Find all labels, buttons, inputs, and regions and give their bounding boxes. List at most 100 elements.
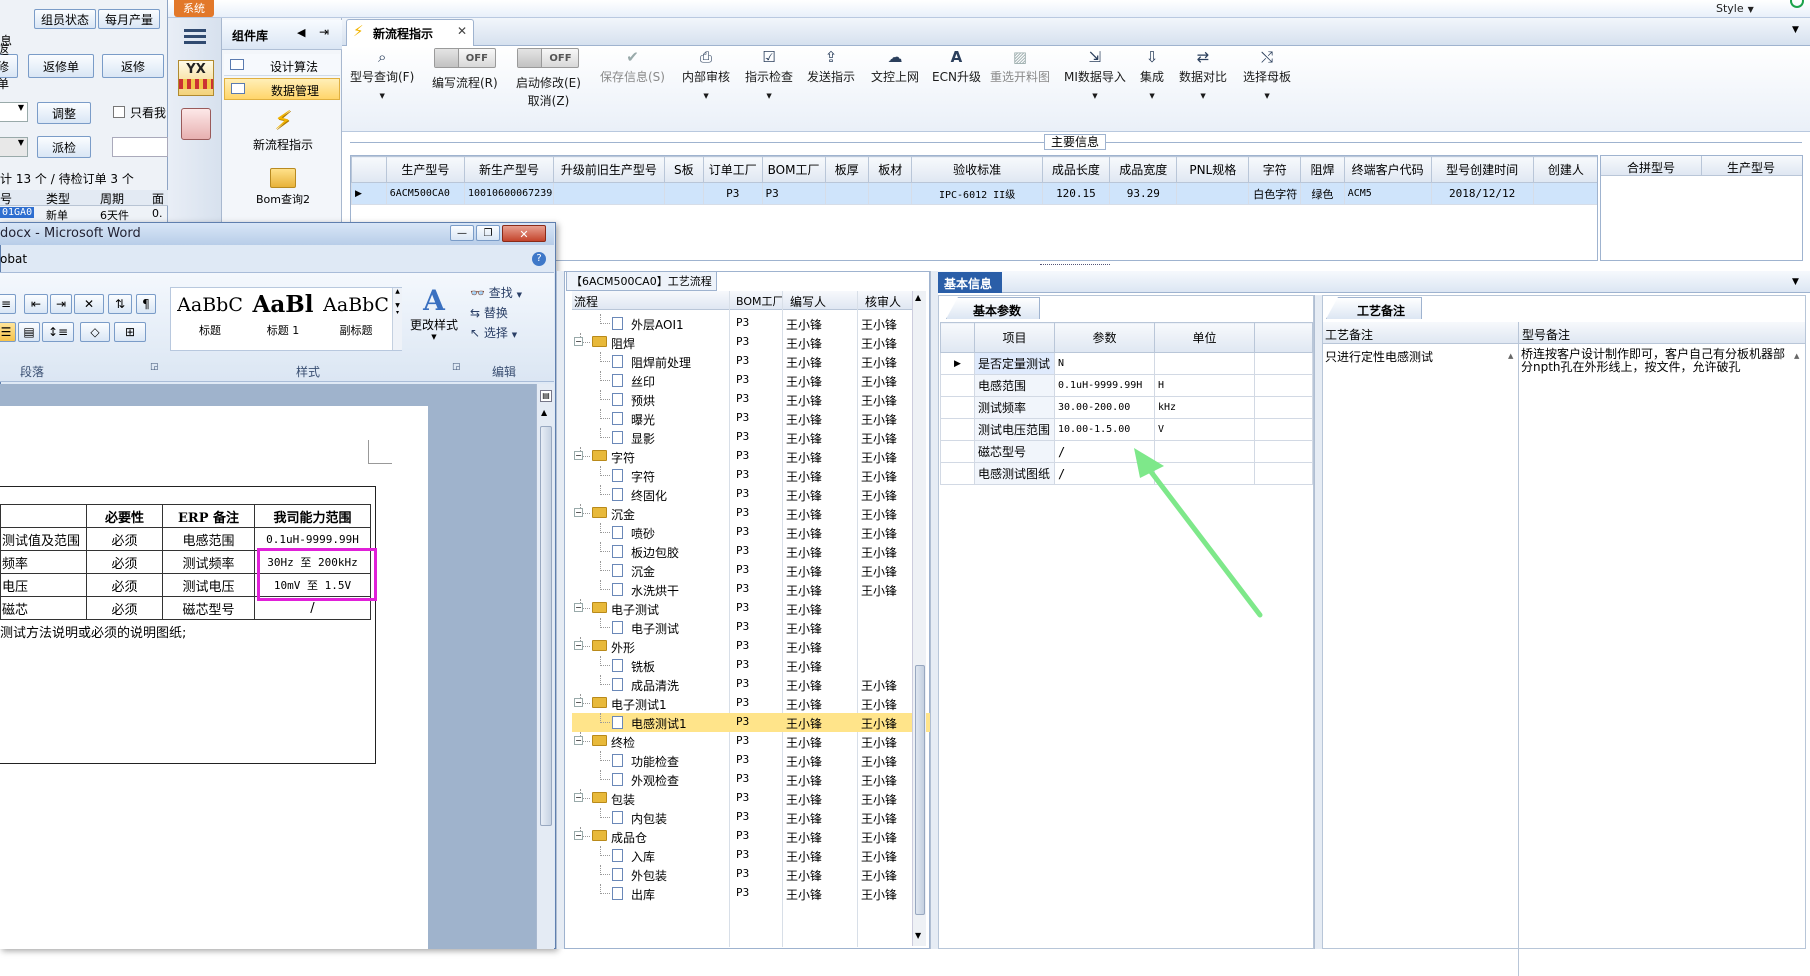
cell[interactable]: ACM5 — [1343, 182, 1432, 205]
expand-collapse-icon[interactable]: − — [574, 641, 583, 650]
process-tree-row[interactable]: 电子测试 P3 王小锋 — [572, 618, 932, 637]
justify-icon[interactable]: ☰ — [0, 322, 16, 342]
tab-process-notes[interactable]: 工艺备注 — [1326, 297, 1422, 319]
col-header[interactable]: 创建人 — [1532, 156, 1597, 183]
rework-order-button-2[interactable]: 返修单 — [28, 54, 94, 78]
word-cell[interactable]: 测试电压 — [162, 573, 255, 597]
col-header[interactable]: 成品宽度 — [1109, 156, 1178, 183]
process-tree-row[interactable]: 板边包胶 P3 王小锋 王小锋 — [572, 542, 932, 561]
process-tree-row[interactable]: − 沉金 P3 王小锋 王小锋 — [572, 504, 932, 523]
word-header-cell[interactable]: 我司能力范围 — [254, 504, 371, 528]
nav-item-design-algorithm[interactable]: 设计算法 — [224, 54, 340, 76]
word-cell[interactable]: 必须 — [86, 573, 163, 597]
chinese-layout-icon[interactable]: ✕ — [74, 294, 104, 314]
scroll-up-icon[interactable]: ▲ — [1508, 352, 1513, 360]
launcher-bom-query[interactable]: Bom查询2 — [238, 164, 328, 216]
word-cell[interactable]: 测试值及范围 — [0, 527, 87, 551]
integrate-button[interactable]: ⇩ 集成 ▼ — [1140, 48, 1164, 116]
launcher-new-process[interactable]: ⚡ 新流程指示 — [238, 106, 328, 158]
cell[interactable]: 93.29 — [1109, 182, 1178, 205]
word-cell[interactable]: 必须 — [86, 550, 163, 574]
scroll-thumb[interactable] — [540, 426, 552, 826]
table-row[interactable]: 测试电压范围 10.00-1.5.00 V — [940, 418, 1313, 441]
process-tree-row[interactable]: 外层AOI1 P3 王小锋 王小锋 — [572, 314, 932, 333]
tab-member-status[interactable]: 组员状态 — [34, 9, 96, 29]
expand-collapse-icon[interactable]: − — [574, 698, 583, 707]
nav-item-data-management[interactable]: 数据管理 — [224, 78, 340, 100]
close-icon[interactable]: ✕ — [502, 225, 546, 242]
cell[interactable] — [663, 182, 704, 205]
style-menu[interactable]: Style ▼ — [1716, 2, 1754, 15]
col-header[interactable]: 工艺备注 — [1325, 326, 1373, 343]
dispatch-inspection-button[interactable]: 派检 — [37, 136, 91, 158]
col-header[interactable]: 订单工厂 — [702, 156, 763, 183]
process-tree-row[interactable]: 预烘 P3 王小锋 王小锋 — [572, 390, 932, 409]
adjust-button[interactable]: 调整 — [37, 102, 91, 124]
param-item[interactable]: 磁芯型号 — [974, 440, 1055, 463]
select-mother-board-button[interactable]: ⤭ 选择母板 ▼ — [1243, 48, 1291, 116]
cell[interactable]: P3 — [761, 182, 826, 205]
word-cell[interactable]: 电感范围 — [162, 527, 255, 551]
process-tree-row[interactable]: − 成品仓 P3 王小锋 王小锋 — [572, 827, 932, 846]
expand-collapse-icon[interactable]: − — [574, 831, 583, 840]
col-header[interactable]: S板 — [663, 156, 704, 183]
rework-button[interactable]: 返修 — [102, 54, 164, 78]
process-tree-row[interactable]: − 字符 P3 王小锋 王小锋 — [572, 447, 932, 466]
col-header[interactable]: 合拼型号 — [1627, 159, 1675, 176]
cell[interactable]: 6ACM500CA0 — [385, 182, 465, 205]
cell[interactable]: 白色字符 — [1248, 182, 1302, 205]
col-header[interactable]: PNL规格 — [1176, 156, 1250, 183]
maximize-icon[interactable]: ❐ — [476, 225, 500, 241]
col-header[interactable]: 成品长度 — [1041, 156, 1111, 183]
col-header[interactable]: 新生产型号 — [463, 156, 555, 183]
process-note-text[interactable]: 只进行定性电感测试 — [1325, 348, 1505, 365]
shading-icon[interactable]: ◇ — [80, 322, 110, 342]
model-query-button[interactable]: ⌕ 型号查询(F) ▼ — [350, 48, 414, 116]
data-compare-button[interactable]: ⇄ 数据对比 ▼ — [1179, 48, 1227, 116]
cell[interactable] — [553, 182, 665, 205]
calculator-icon[interactable] — [181, 108, 211, 140]
process-tree-row[interactable]: 喷砂 P3 王小锋 王小锋 — [572, 523, 932, 542]
pin-icon[interactable]: ⇥ — [319, 25, 329, 39]
collapse-left-icon[interactable]: ◀ — [297, 26, 305, 39]
process-tree-row[interactable]: 内包装 P3 王小锋 王小锋 — [572, 808, 932, 827]
panel-menu-chevron-icon[interactable]: ▼ — [1792, 277, 1799, 287]
write-process-toggle[interactable]: OFF 编写流程(R) — [432, 48, 498, 116]
col-header[interactable]: 阻焊 — [1300, 156, 1345, 183]
cell[interactable]: 绿色 — [1300, 182, 1345, 205]
tab-basic-params[interactable]: 基本参数 — [946, 297, 1040, 319]
expand-collapse-icon[interactable]: − — [574, 337, 583, 346]
param-unit[interactable] — [1154, 352, 1255, 375]
word-cell[interactable]: 磁芯型号 — [162, 596, 255, 620]
scroll-up-icon[interactable]: ▲ — [915, 293, 921, 302]
cell[interactable]: 120.15 — [1041, 182, 1111, 205]
ruler-toggle-icon[interactable]: ▤ — [540, 390, 552, 402]
mi-data-import-button[interactable]: ⇲ MI数据导入 ▼ — [1064, 48, 1126, 116]
sort-icon[interactable]: ⇅ — [108, 294, 132, 314]
word-header-cell[interactable]: 必要性 — [86, 504, 163, 528]
distributed-icon[interactable]: ▤ — [18, 322, 40, 342]
param-item[interactable]: 测试电压范围 — [974, 418, 1055, 441]
param-item[interactable]: 电感范围 — [974, 374, 1055, 397]
word-cell[interactable]: 频率 — [0, 550, 87, 574]
styles-scroll[interactable]: ▲ ▼ ▾ — [392, 288, 402, 350]
tab-new-process[interactable]: ⚡ 新流程指示 ✕ — [346, 19, 474, 46]
process-scrollbar[interactable]: ▲ ▼ — [912, 291, 926, 946]
close-icon[interactable]: ✕ — [457, 24, 467, 38]
col-header[interactable]: 字符 — [1248, 156, 1302, 183]
table-row[interactable]: ▶ 是否定量测试 N — [940, 352, 1313, 375]
internal-review-button[interactable]: ⎙ 内部审核 ▼ — [682, 48, 730, 116]
process-tree-row[interactable]: 曝光 P3 王小锋 王小锋 — [572, 409, 932, 428]
instruction-check-button[interactable]: ☑ 指示检查 ▼ — [745, 48, 793, 116]
line-spacing-icon[interactable]: ↕≡ — [42, 322, 74, 342]
col-header[interactable]: 单位 — [1154, 322, 1255, 353]
param-item[interactable]: 是否定量测试 — [974, 352, 1055, 375]
process-tree-row[interactable]: 终固化 P3 王小锋 王小锋 — [572, 485, 932, 504]
word-scrollbar[interactable]: ▤ ▲ — [536, 384, 554, 949]
start-modify-toggle[interactable]: OFF 启动修改(E) 取消(Z) — [516, 48, 581, 116]
col-header[interactable]: 板材 — [867, 156, 913, 183]
left-table-row[interactable]: 01GA0 新单 6天件 0. — [0, 207, 168, 223]
help-icon[interactable]: ? — [532, 252, 546, 266]
system-tab[interactable]: 系统 — [174, 0, 214, 17]
hamburger-menu-icon[interactable] — [180, 24, 210, 48]
